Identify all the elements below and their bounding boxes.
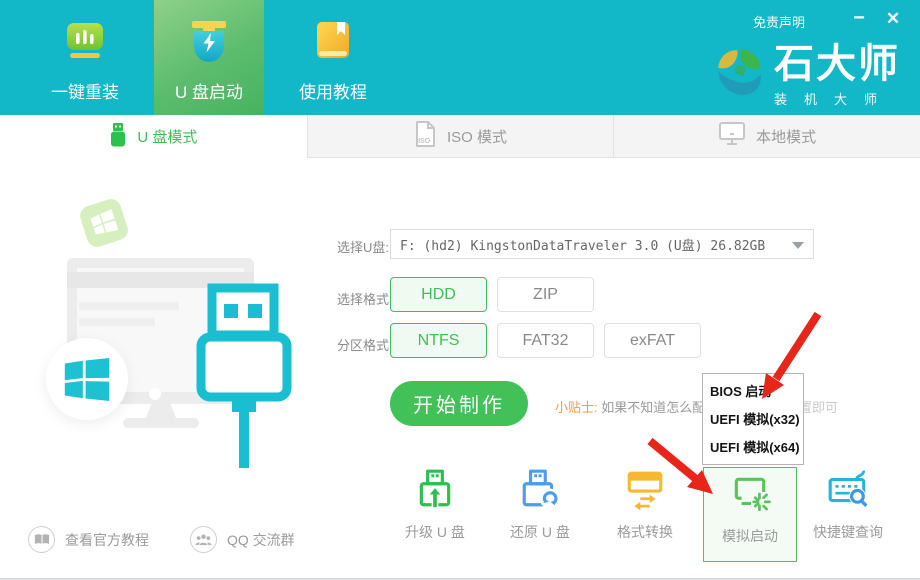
official-tutorial-link[interactable]: 查看官方教程 xyxy=(28,526,149,553)
windows-tile-icon xyxy=(78,197,131,250)
boot-option-uefi-x32[interactable]: UEFI 模拟(x32) xyxy=(703,406,803,434)
svg-text:ISO: ISO xyxy=(418,138,431,145)
book-icon xyxy=(28,526,55,553)
monitor-icon xyxy=(718,121,746,151)
restore-usb-icon xyxy=(519,468,561,515)
tip-left-text: 如果不知道怎么配 xyxy=(601,400,705,415)
boot-option-bios[interactable]: BIOS 启动 xyxy=(703,378,803,406)
mode-tabs: U 盘模式 ISO ISO 模式 本地模式 xyxy=(0,115,920,158)
usb-select-value: F: (hd2) KingstonDataTraveler 3.0 (U盘) 2… xyxy=(391,235,765,254)
windows-logo-badge xyxy=(46,338,128,420)
app-window: 一键重装 U 盘启动 xyxy=(0,0,920,580)
tool-upgrade-usb[interactable]: 升级 U 盘 xyxy=(389,468,481,542)
header-bar: 一键重装 U 盘启动 xyxy=(0,0,920,115)
tab-label: U 盘模式 xyxy=(137,126,197,147)
iso-file-icon: ISO xyxy=(414,120,437,152)
tip-right-text: 置即可 xyxy=(799,397,838,416)
tutorial-book-icon xyxy=(310,18,356,69)
tool-hotkey-lookup[interactable]: 快捷键查询 xyxy=(802,468,894,542)
reinstall-chart-icon xyxy=(62,20,108,69)
start-make-button[interactable]: 开始制作 xyxy=(390,381,528,426)
brand-logo-icon xyxy=(712,46,766,105)
upgrade-usb-icon xyxy=(414,468,456,515)
qq-group-link[interactable]: QQ 交流群 xyxy=(190,526,295,553)
tab-label: 本地模式 xyxy=(756,126,816,147)
nav-tab-label: U 盘启动 xyxy=(175,78,243,103)
tab-iso-mode[interactable]: ISO ISO 模式 xyxy=(307,115,614,158)
tip-text: 小贴士: 如果不知道怎么配 xyxy=(555,397,705,416)
tool-format-convert[interactable]: 格式转换 xyxy=(599,468,691,542)
main-nav: 一键重装 U 盘启动 xyxy=(30,0,388,115)
tool-label: 模拟启动 xyxy=(722,526,778,546)
boot-mode-popup: BIOS 启动 UEFI 模拟(x32) UEFI 模拟(x64) xyxy=(702,373,804,465)
nav-tab-tutorial[interactable]: 使用教程 xyxy=(278,0,388,115)
format-convert-icon xyxy=(624,468,666,515)
partition-option-ntfs[interactable]: NTFS xyxy=(390,323,487,358)
people-group-icon xyxy=(190,526,217,553)
format-option-zip[interactable]: ZIP xyxy=(497,277,594,312)
usb-boot-shield-icon xyxy=(186,18,232,69)
format-option-hdd[interactable]: HDD xyxy=(390,277,487,312)
partition-option-fat32[interactable]: FAT32 xyxy=(497,323,594,358)
nav-tab-usb-boot[interactable]: U 盘启动 xyxy=(154,0,264,115)
tip-prefix: 小贴士: xyxy=(555,400,598,415)
partition-label: 分区格式: xyxy=(337,335,393,354)
close-button[interactable]: ✕ xyxy=(882,8,904,30)
usb-stick-icon xyxy=(109,122,127,152)
tab-local-mode[interactable]: 本地模式 xyxy=(613,115,920,158)
tool-restore-usb[interactable]: 还原 U 盘 xyxy=(494,468,586,542)
nav-tab-label: 使用教程 xyxy=(299,78,367,103)
tool-simulate-boot[interactable]: 模拟启动 xyxy=(704,472,796,546)
brand-name: 石大师 xyxy=(774,42,900,86)
usb-select-dropdown[interactable]: F: (hd2) KingstonDataTraveler 3.0 (U盘) 2… xyxy=(390,229,814,259)
brand-logo: 石大师 装机大师 xyxy=(712,42,900,108)
hotkey-keyboard-icon xyxy=(826,468,870,515)
dropdown-arrow-icon xyxy=(792,242,804,249)
tab-usb-mode[interactable]: U 盘模式 xyxy=(0,115,307,158)
nav-tab-reinstall[interactable]: 一键重装 xyxy=(30,0,140,115)
tool-label: 还原 U 盘 xyxy=(510,522,570,542)
usb-plug-illustration xyxy=(196,280,292,475)
usb-select-label: 选择U盘: xyxy=(337,237,389,256)
link-label: 查看官方教程 xyxy=(65,530,149,550)
link-label: QQ 交流群 xyxy=(227,530,295,550)
nav-tab-label: 一键重装 xyxy=(51,78,119,103)
simulate-boot-icon xyxy=(729,472,771,519)
tool-label: 快捷键查询 xyxy=(813,522,883,542)
partition-option-exfat[interactable]: exFAT xyxy=(604,323,701,358)
usb-illustration xyxy=(0,158,340,518)
tool-label: 格式转换 xyxy=(617,522,673,542)
disclaimer-link[interactable]: 免责声明 xyxy=(753,12,805,31)
brand-subtitle: 装机大师 xyxy=(774,89,900,108)
minimize-button[interactable]: − xyxy=(848,8,870,28)
tab-label: ISO 模式 xyxy=(447,126,507,147)
boot-option-uefi-x64[interactable]: UEFI 模拟(x64) xyxy=(703,434,803,462)
format-label: 选择格式: xyxy=(337,289,393,308)
tool-label: 升级 U 盘 xyxy=(405,522,465,542)
